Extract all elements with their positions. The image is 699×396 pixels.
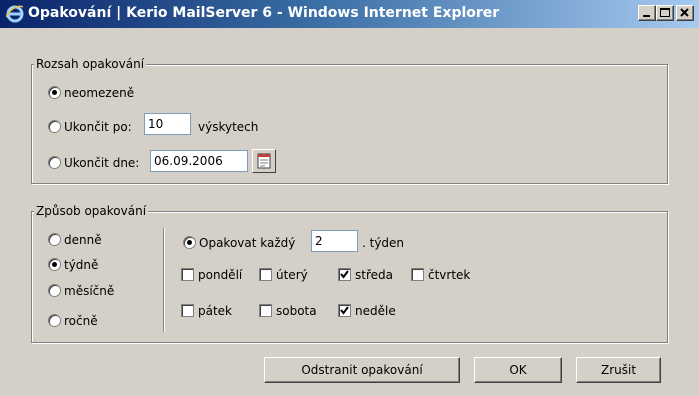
- checkbox-monday-label: pondělí: [198, 268, 243, 282]
- checkbox-saturday-label: sobota: [276, 304, 317, 318]
- checkbox-thursday[interactable]: [411, 268, 424, 281]
- radio-daily[interactable]: [48, 233, 61, 246]
- checkbox-wednesday-label: středa: [355, 268, 393, 282]
- checkbox-friday-label: pátek: [198, 304, 233, 318]
- radio-daily-label: denně: [64, 233, 102, 247]
- occurrences-input[interactable]: [144, 113, 191, 135]
- radio-monthly-label: měsíčně: [64, 284, 115, 298]
- radio-end-date[interactable]: [48, 156, 61, 169]
- checkbox-sunday-label: neděle: [355, 304, 396, 318]
- repeat-unit-label: . týden: [362, 236, 405, 250]
- repeat-interval-input[interactable]: [311, 230, 358, 252]
- window-title: Opakování | Kerio MailServer 6 - Windows…: [28, 5, 500, 21]
- radio-end-after[interactable]: [48, 120, 61, 133]
- occurrences-suffix: výskytech: [198, 120, 259, 134]
- radio-yearly[interactable]: [48, 314, 61, 327]
- range-legend: Rozsah opakování: [34, 57, 147, 71]
- calendar-icon: [257, 153, 271, 169]
- cancel-button[interactable]: Zrušit: [576, 357, 661, 383]
- end-date-input[interactable]: [150, 150, 248, 172]
- minimize-button[interactable]: [638, 5, 656, 21]
- checkbox-tuesday-label: úterý: [276, 268, 308, 282]
- maximize-icon: [660, 8, 670, 17]
- radio-end-date-label: Ukončit dne:: [64, 156, 140, 170]
- repeat-every-label: Opakovat každý: [199, 236, 296, 250]
- check-mark-icon: [340, 306, 349, 315]
- radio-unlimited-label: neomezeně: [64, 86, 135, 100]
- radio-unlimited[interactable]: [48, 86, 61, 99]
- radio-repeat-every[interactable]: [183, 236, 196, 249]
- mode-legend: Způsob opakování: [34, 204, 149, 218]
- check-mark-icon: [340, 270, 349, 279]
- checkbox-friday[interactable]: [181, 304, 194, 317]
- title-bar: Opakování | Kerio MailServer 6 - Windows…: [0, 0, 699, 28]
- ok-button[interactable]: OK: [474, 357, 562, 383]
- minimize-icon: [643, 15, 650, 17]
- group-divider: [163, 228, 164, 332]
- internet-explorer-icon: [6, 5, 24, 23]
- radio-weekly[interactable]: [48, 258, 61, 271]
- radio-weekly-label: týdně: [64, 258, 99, 272]
- radio-monthly[interactable]: [48, 284, 61, 297]
- remove-repetition-button[interactable]: Odstranit opakování: [264, 357, 460, 383]
- checkbox-thursday-label: čtvrtek: [428, 268, 471, 282]
- checkbox-wednesday[interactable]: [338, 268, 351, 281]
- close-button[interactable]: [676, 5, 694, 21]
- checkbox-saturday[interactable]: [259, 304, 272, 317]
- radio-yearly-label: ročně: [64, 314, 98, 328]
- maximize-button[interactable]: [656, 5, 674, 21]
- checkbox-monday[interactable]: [181, 268, 194, 281]
- checkbox-sunday[interactable]: [338, 304, 351, 317]
- calendar-button[interactable]: [252, 149, 276, 173]
- checkbox-tuesday[interactable]: [259, 268, 272, 281]
- radio-end-after-label: Ukončit po:: [64, 120, 132, 134]
- close-icon: [680, 8, 689, 17]
